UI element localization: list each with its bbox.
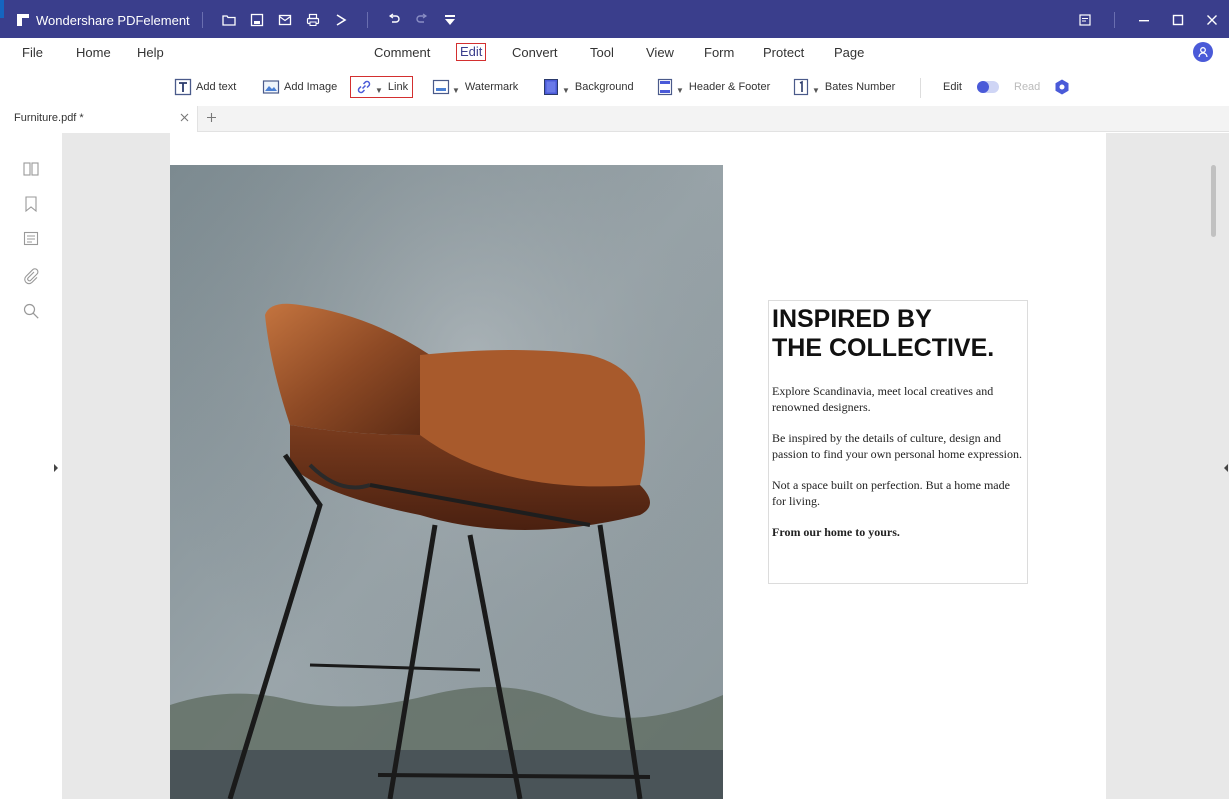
title-separator-2 — [366, 12, 368, 28]
vertical-scrollbar[interactable] — [1211, 165, 1216, 237]
link-label: Link — [387, 81, 409, 93]
add-image-button[interactable]: Add Image — [262, 76, 337, 98]
paragraph-2: Be inspired by the details of culture, d… — [772, 431, 1022, 461]
chair-photo[interactable] — [170, 165, 723, 799]
search-icon[interactable] — [21, 301, 41, 321]
add-text-button[interactable]: Add text — [174, 76, 236, 98]
watermark-label: Watermark — [464, 81, 519, 93]
tab-page[interactable]: Page — [834, 45, 864, 60]
tab-title: Furniture.pdf * — [14, 112, 84, 124]
title-separator — [201, 12, 203, 28]
feedback-icon[interactable] — [1068, 9, 1102, 31]
window-controls-separator — [1114, 12, 1115, 28]
tab-comment[interactable]: Comment — [374, 45, 430, 60]
menu-file[interactable]: File — [22, 45, 43, 60]
customize-icon[interactable] — [442, 12, 458, 28]
edit-toolbar: Add text Add Image ▼ Link ▼ Watermark ▼ … — [0, 68, 1229, 106]
comments-icon[interactable] — [21, 229, 41, 249]
watermark-dropdown-icon[interactable]: ▼ — [452, 86, 460, 95]
thumbnails-icon[interactable] — [21, 159, 41, 179]
bates-number-label: Bates Number — [824, 81, 896, 93]
close-icon[interactable] — [1195, 9, 1229, 31]
tab-protect[interactable]: Protect — [763, 45, 804, 60]
bates-number-button[interactable]: ▼ Bates Number — [792, 76, 895, 98]
edit-mode-text: Edit — [943, 81, 962, 93]
window-controls — [1068, 9, 1229, 31]
menu-bar: File Home Help Comment Edit Convert Tool… — [0, 38, 1229, 68]
watermark-icon — [432, 79, 450, 95]
settings-hex-button[interactable] — [1053, 76, 1075, 98]
paragraph-4: From our home to yours. — [772, 525, 900, 539]
paragraph-3: Not a space built on perfection. But a h… — [772, 478, 1010, 508]
link-button[interactable]: ▼ Link — [350, 76, 414, 98]
watermark-button[interactable]: ▼ Watermark — [432, 76, 518, 98]
toolbar-separator — [920, 78, 921, 98]
bookmark-icon[interactable] — [21, 194, 41, 214]
menu-help[interactable]: Help — [137, 45, 164, 60]
tab-tool[interactable]: Tool — [590, 45, 614, 60]
title-bar: Wondershare PDFelement — [0, 0, 1229, 38]
text-block[interactable]: INSPIRED BY THE COLLECTIVE. Explore Scan… — [768, 300, 1028, 584]
collapse-panel-icon[interactable] — [1224, 464, 1228, 472]
document-canvas — [62, 133, 1229, 799]
email-icon[interactable] — [277, 12, 293, 28]
add-text-label: Add text — [196, 81, 237, 93]
chair-photo-image — [170, 165, 723, 799]
settings-hex-icon — [1055, 79, 1069, 95]
header-footer-icon — [657, 78, 673, 96]
background-label: Background — [574, 81, 634, 93]
header-footer-label: Header & Footer — [688, 81, 771, 93]
user-avatar-icon[interactable] — [1193, 42, 1213, 62]
read-mode-text: Read — [1014, 81, 1041, 93]
user-silhouette-icon — [1198, 47, 1208, 58]
undo-icon[interactable] — [386, 12, 402, 28]
edit-read-toggle[interactable] — [977, 81, 999, 93]
read-mode-label: Read — [1014, 76, 1040, 98]
bates-number-dropdown-icon[interactable]: ▼ — [812, 86, 820, 95]
share-icon[interactable] — [333, 12, 349, 28]
open-folder-icon[interactable] — [221, 12, 237, 28]
new-tab-icon[interactable] — [204, 110, 218, 124]
tab-edit[interactable]: Edit — [456, 43, 487, 61]
tab-view[interactable]: View — [646, 45, 674, 60]
edit-mode-label: Edit — [943, 76, 962, 98]
bates-number-icon — [793, 78, 809, 96]
tab-close-icon[interactable] — [177, 110, 191, 124]
print-icon[interactable] — [305, 12, 321, 28]
headline-line-2: THE COLLECTIVE. — [772, 334, 995, 362]
background-icon — [544, 79, 558, 95]
header-footer-dropdown-icon[interactable]: ▼ — [676, 86, 684, 95]
background-dropdown-icon[interactable]: ▼ — [562, 86, 570, 95]
tab-convert[interactable]: Convert — [512, 45, 558, 60]
redo-icon[interactable] — [414, 12, 430, 28]
title-bar-left: Wondershare PDFelement — [0, 9, 464, 31]
paragraph-1: Explore Scandinavia, meet local creative… — [772, 384, 994, 414]
app-title: Wondershare PDFelement — [36, 12, 190, 28]
menu-home[interactable]: Home — [76, 45, 111, 60]
maximize-icon[interactable] — [1161, 9, 1195, 31]
add-image-icon — [262, 80, 280, 94]
header-footer-button[interactable]: ▼ Header & Footer — [656, 76, 770, 98]
link-icon — [357, 80, 371, 94]
left-sidebar — [0, 133, 62, 799]
tab-furniture-pdf[interactable]: Furniture.pdf * — [0, 106, 198, 132]
document-tab-bar: Furniture.pdf * — [0, 106, 1229, 132]
background-button[interactable]: ▼ Background — [542, 76, 634, 98]
expand-panel-icon[interactable] — [54, 464, 58, 472]
save-icon[interactable] — [249, 12, 265, 28]
add-text-icon — [174, 78, 192, 96]
headline-line-1: INSPIRED BY — [772, 305, 932, 333]
link-dropdown-icon[interactable]: ▼ — [375, 86, 383, 95]
app-logo-icon — [17, 14, 29, 26]
minimize-icon[interactable] — [1127, 9, 1161, 31]
attachment-icon[interactable] — [21, 266, 41, 286]
tab-form[interactable]: Form — [704, 45, 734, 60]
add-image-label: Add Image — [284, 81, 338, 93]
